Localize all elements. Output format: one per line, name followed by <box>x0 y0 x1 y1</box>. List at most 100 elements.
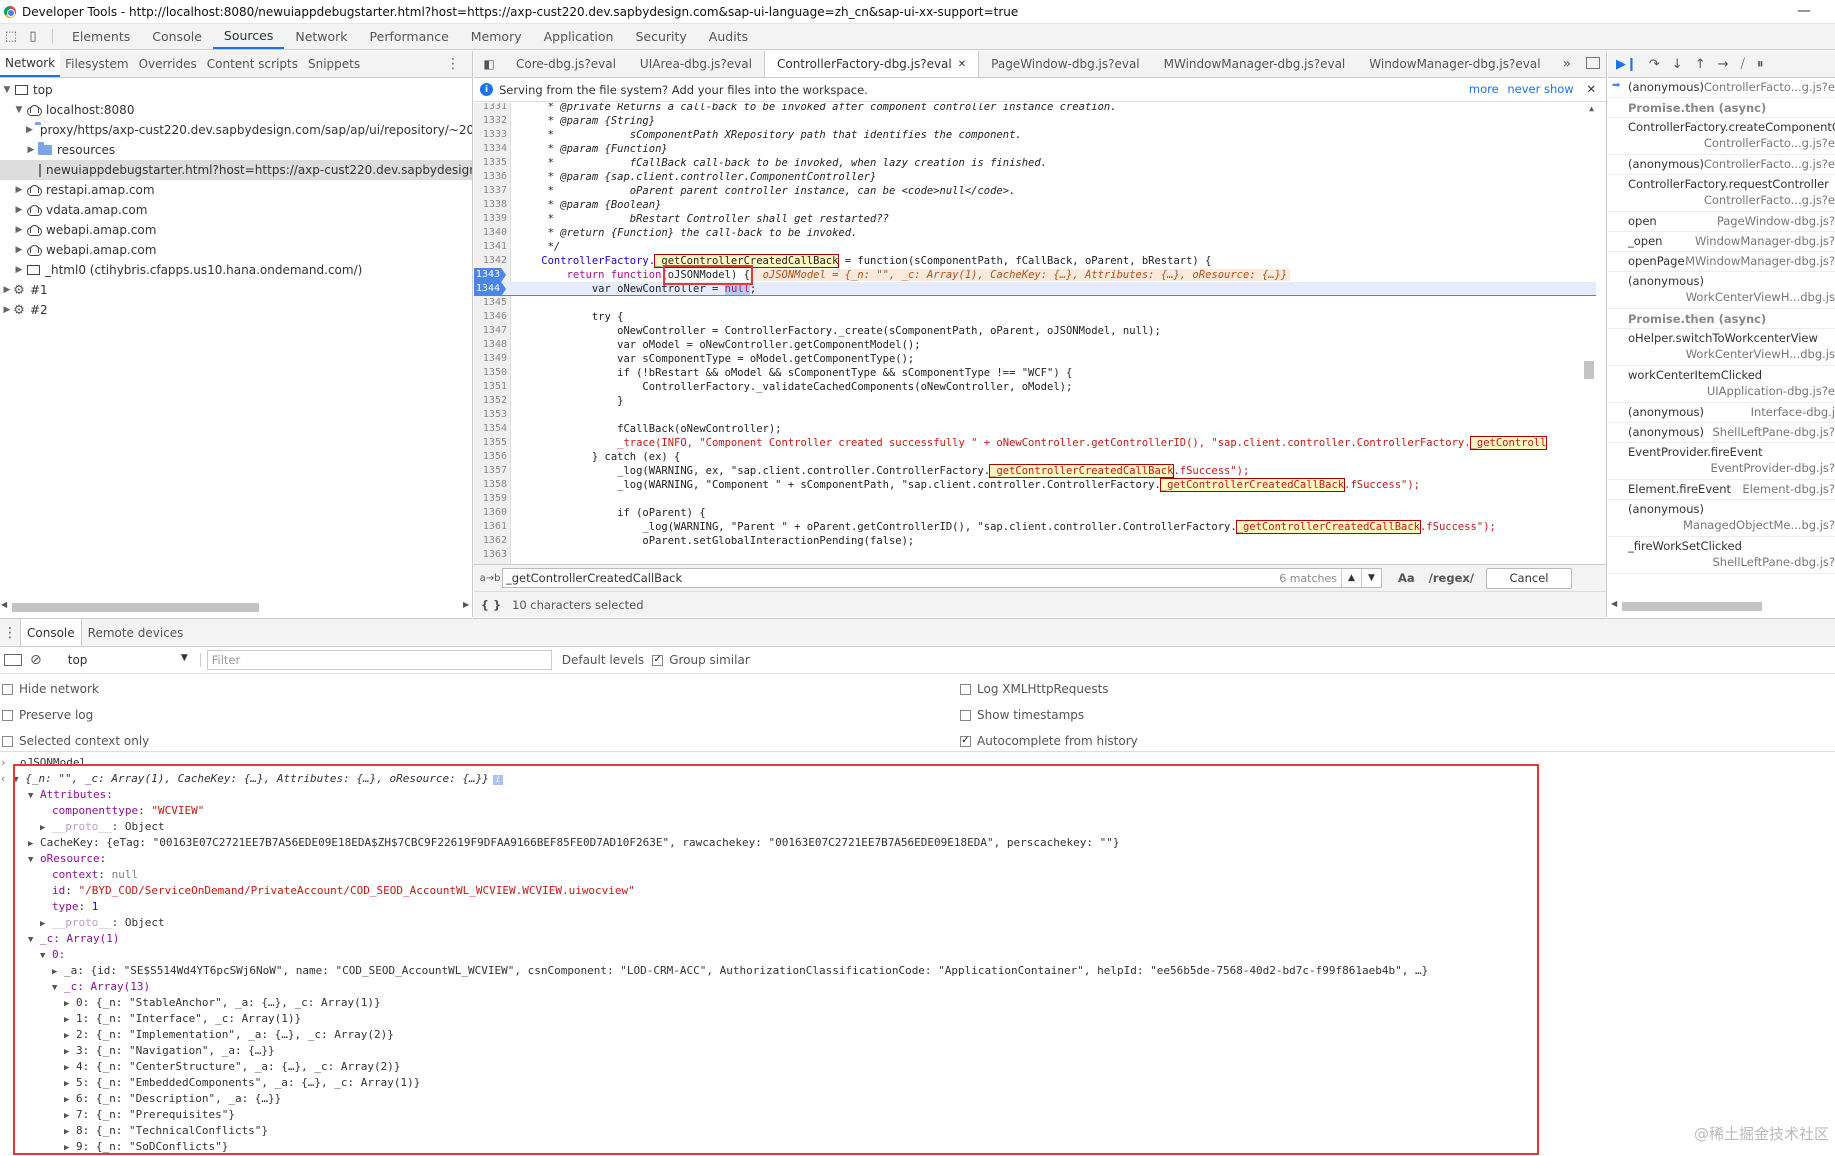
collapse-arrow-icon[interactable]: ▶ <box>2 285 12 295</box>
checkbox-icon[interactable] <box>2 709 13 721</box>
expand-arrow-icon[interactable]: ▼ <box>2 85 12 95</box>
tree-item-proxy[interactable]: ▶ proxy/https/axp-cust220.dev.sapbydesign… <box>0 120 472 140</box>
call-frame[interactable]: Element.fireEvent Element-dbg.js? <box>1608 480 1835 500</box>
minimize-button[interactable]: — <box>1797 3 1811 19</box>
call-frame-location[interactable]: Element-dbg.js? <box>1742 482 1835 496</box>
step-out-icon[interactable]: ↑ <box>1695 57 1706 72</box>
previous-match-icon[interactable]: ▲ <box>1341 569 1361 587</box>
nav-tab-filesystem[interactable]: Filesystem <box>60 51 133 77</box>
console-output[interactable]: › oJSONModel ‹ ▼ {_n: "", _c: Array(1), C… <box>0 753 1835 1156</box>
call-frame-location[interactable]: ManagedObjectMe...bg.js? <box>1683 518 1835 532</box>
tab-sources[interactable]: Sources <box>212 24 285 49</box>
call-frame-location[interactable]: EventProvider-dbg.js? <box>1710 461 1835 475</box>
regex-button[interactable]: /regex/ <box>1429 571 1474 585</box>
group-similar-checkbox[interactable]: Group similar <box>652 653 750 667</box>
nav-tab-network[interactable]: Network <box>0 51 61 77</box>
file-tab-mwindowmanager[interactable]: MWindowManager-dbg.js?eval <box>1152 51 1358 77</box>
collapse-arrow-icon[interactable]: ▶ <box>14 245 24 255</box>
checkbox-icon[interactable] <box>2 735 13 747</box>
checkbox-icon[interactable] <box>2 683 13 695</box>
device-toolbar-icon[interactable]: ▯ <box>22 24 44 49</box>
show-sidebar-icon[interactable] <box>4 654 22 666</box>
scroll-left-icon[interactable]: ◀ <box>1 600 7 609</box>
more-options-icon[interactable]: ⋮ <box>0 619 20 646</box>
breakpoint-marker[interactable]: 1343 <box>474 268 506 282</box>
preserve-log-checkbox[interactable]: Preserve log <box>2 706 93 724</box>
next-match-icon[interactable]: ▼ <box>1361 569 1381 587</box>
tab-elements[interactable]: Elements <box>61 24 141 49</box>
call-frame[interactable]: openPage MWindowManager-dbg.js? <box>1608 252 1835 272</box>
file-tab-windowmanager[interactable]: WindowManager-dbg.js?eval <box>1357 51 1552 77</box>
nav-tab-content-scripts[interactable]: Content scripts <box>202 51 303 77</box>
resume-icon[interactable]: ▶❙ <box>1616 57 1637 72</box>
collapse-arrow-icon[interactable]: ▶ <box>14 185 24 195</box>
scrollbar-thumb[interactable] <box>12 603 259 612</box>
more-link[interactable]: more <box>1469 82 1499 96</box>
never-show-link[interactable]: never show <box>1507 82 1573 96</box>
call-frame-location[interactable]: ControllerFacto...g.js?e <box>1704 157 1835 171</box>
clear-console-icon[interactable]: ⊘ <box>30 652 42 668</box>
tree-item-webapi[interactable]: ▶ webapi.amap.com <box>0 220 472 240</box>
cancel-button[interactable]: Cancel <box>1486 567 1572 589</box>
scrollbar-thumb[interactable] <box>1622 602 1762 611</box>
tree-item-worker-1[interactable]: ▶ ⚙ #1 <box>0 280 472 300</box>
toggle-debugger-icon[interactable] <box>1586 57 1600 69</box>
call-frame-location[interactable]: WorkCenterViewH...dbg.js <box>1686 347 1835 361</box>
tree-item-restapi[interactable]: ▶ restapi.amap.com <box>0 180 472 200</box>
call-frame-location[interactable]: Interface-dbg.j <box>1751 405 1835 419</box>
collapse-arrow-icon[interactable]: ▶ <box>2 305 12 315</box>
tree-item-resources[interactable]: ▶ resources <box>0 140 472 160</box>
replace-toggle-icon[interactable]: a→b <box>478 573 502 584</box>
selected-context-checkbox[interactable]: Selected context only <box>2 732 149 750</box>
more-options-icon[interactable]: ⋮ <box>446 56 460 72</box>
tab-application[interactable]: Application <box>533 24 625 49</box>
log-xhr-checkbox[interactable]: Log XMLHttpRequests <box>960 680 1109 698</box>
tree-item-localhost[interactable]: ▼ localhost:8080 <box>0 100 472 120</box>
close-icon[interactable]: ✕ <box>1586 82 1596 96</box>
checkbox-icon[interactable] <box>960 709 971 721</box>
call-frame[interactable]: _fireWorkSetClicked ShellLeftPane-dbg.js? <box>1608 537 1835 574</box>
call-frame-location[interactable]: MWindowManager-dbg.js? <box>1685 254 1835 268</box>
checkbox-checked-icon[interactable] <box>960 735 971 747</box>
tree-item-html0[interactable]: ▶ _html0 (ctihybris.cfapps.us10.hana.onde… <box>0 260 472 280</box>
filter-input[interactable]: Filter <box>206 650 552 670</box>
file-tab-uiarea[interactable]: UIArea-dbg.js?eval <box>628 51 764 77</box>
checkbox-checked-icon[interactable] <box>652 654 664 666</box>
tab-performance[interactable]: Performance <box>359 24 460 49</box>
call-frame[interactable]: oHelper.switchToWorkcenterView WorkCenter… <box>1608 329 1835 366</box>
pause-on-exceptions-icon[interactable]: ⏸ <box>1757 57 1764 72</box>
call-frame-location[interactable]: UIApplication-dbg.js?e <box>1707 384 1835 398</box>
close-icon[interactable]: ✕ <box>958 59 966 70</box>
checkbox-icon[interactable] <box>960 683 971 695</box>
tree-item-top[interactable]: ▼ top <box>0 80 472 100</box>
match-case-button[interactable]: Aa <box>1398 571 1415 585</box>
more-tabs-button[interactable]: » <box>1553 51 1582 77</box>
tree-item-vdata[interactable]: ▶ vdata.amap.com <box>0 200 472 220</box>
collapse-arrow-icon[interactable]: ▶ <box>14 225 24 235</box>
step-over-icon[interactable]: ↷ <box>1649 57 1660 72</box>
call-frame-location[interactable]: ShellLeftPane-dbg.js? <box>1712 555 1835 569</box>
call-frame[interactable]: (anonymous) WorkCenterViewH...dbg.js <box>1608 272 1835 309</box>
drawer-tab-remote-devices[interactable]: Remote devices <box>82 619 190 646</box>
deactivate-breakpoints-icon[interactable]: ⧸ <box>1741 57 1745 72</box>
nav-tab-overrides[interactable]: Overrides <box>134 51 202 77</box>
pretty-print-button[interactable]: { } <box>478 598 504 612</box>
call-frame-location[interactable]: ControllerFacto...g.js?e <box>1704 136 1835 150</box>
call-frame[interactable]: (anonymous)ControllerFacto...g.js?e <box>1608 78 1835 98</box>
log-levels-dropdown[interactable]: Default levels <box>562 653 644 667</box>
call-frame[interactable]: _open WindowManager-dbg.js? <box>1608 232 1835 252</box>
step-icon[interactable]: → <box>1718 57 1729 72</box>
autocomplete-checkbox[interactable]: Autocomplete from history <box>960 732 1138 750</box>
tree-item-starter-html[interactable]: newuiappdebugstarter.html?host=https://a… <box>0 160 472 180</box>
collapse-arrow-icon[interactable]: ▶ <box>26 145 36 155</box>
code-area[interactable]: 1331 * @private Returns a call-back to b… <box>474 103 1596 593</box>
call-frame[interactable]: (anonymous) Interface-dbg.j <box>1608 403 1835 423</box>
inspect-element-icon[interactable]: ⬚ <box>0 24 22 49</box>
navigator-horizontal-scrollbar[interactable]: ◀ ▶ <box>0 600 469 612</box>
call-frame[interactable]: (anonymous) ManagedObjectMe...bg.js? <box>1608 500 1835 537</box>
scroll-right-icon[interactable]: ▶ <box>463 600 469 609</box>
call-frame-location[interactable]: WorkCenterViewH...dbg.js <box>1686 290 1835 304</box>
context-selector[interactable]: top ▼ <box>56 653 201 667</box>
collapse-arrow-icon[interactable]: ▶ <box>26 125 33 135</box>
show-timestamps-checkbox[interactable]: Show timestamps <box>960 706 1084 724</box>
